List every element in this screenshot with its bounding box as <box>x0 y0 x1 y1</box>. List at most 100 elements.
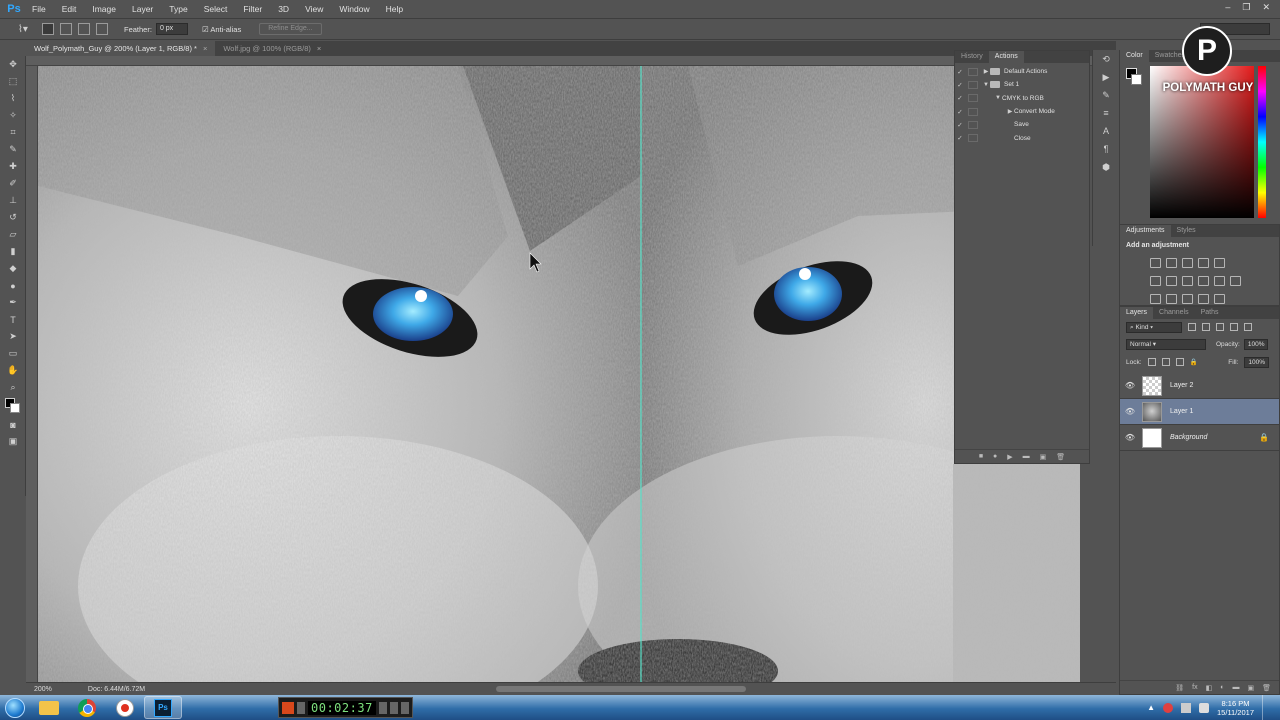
selective-color-icon[interactable] <box>1214 294 1225 304</box>
volume-icon[interactable] <box>1199 702 1210 713</box>
minimize-button[interactable]: – <box>1225 2 1230 13</box>
taskbar-photoshop[interactable]: Ps <box>144 696 182 719</box>
menu-help[interactable]: Help <box>378 4 411 14</box>
hand-tool-icon[interactable]: ✋ <box>0 362 26 379</box>
subtract-selection-icon[interactable] <box>78 23 90 35</box>
action-toggle-check-icon[interactable]: ✓ <box>955 121 965 129</box>
layer-name[interactable]: Background <box>1170 434 1207 441</box>
color-balance-icon[interactable] <box>1166 276 1177 286</box>
action-dialog-toggle[interactable] <box>968 120 978 129</box>
actions-play-icon[interactable]: ▶ <box>1093 68 1119 86</box>
history-icon[interactable]: ⟲ <box>1093 50 1119 68</box>
delete-layer-icon[interactable]: 🗑 <box>1262 684 1271 692</box>
blur-tool-icon[interactable]: ◆ <box>0 260 26 277</box>
color-background-swatch[interactable] <box>1131 74 1142 85</box>
filter-shape-icon[interactable] <box>1230 323 1238 331</box>
show-desktop-button[interactable] <box>1262 695 1272 720</box>
move-tool-icon[interactable]: ✥ <box>0 56 26 73</box>
brush-presets-icon[interactable]: ✎ <box>1093 86 1119 104</box>
close-button[interactable]: ✕ <box>1262 2 1270 13</box>
magic-wand-tool-icon[interactable]: ✧ <box>0 107 26 124</box>
recorder-audio-icon[interactable] <box>378 701 387 714</box>
new-selection-icon[interactable] <box>42 23 54 35</box>
document-tab[interactable]: Wolf_Polymath_Guy @ 200% (Layer 1, RGB/8… <box>26 41 216 56</box>
foreground-background-colors[interactable] <box>0 396 26 416</box>
new-group-icon[interactable]: ▬ <box>1232 684 1239 691</box>
action-toggle-check-icon[interactable]: ✓ <box>955 94 965 102</box>
action-dialog-toggle[interactable] <box>968 67 978 76</box>
eyedropper-tool-icon[interactable]: ✎ <box>0 141 26 158</box>
action-item[interactable]: ✓ ▼ CMYK to RGB <box>955 92 1089 105</box>
close-tab-icon[interactable]: × <box>203 44 207 53</box>
action-dialog-toggle[interactable] <box>968 134 978 143</box>
quick-mask-icon[interactable]: ◙ <box>0 416 26 433</box>
photo-filter-icon[interactable] <box>1198 276 1209 286</box>
action-item[interactable]: ✓ Close <box>955 131 1089 144</box>
lasso-tool-icon[interactable]: ⌇ <box>0 90 26 107</box>
panel-tab-layers[interactable]: Layers <box>1120 307 1154 319</box>
action-toggle-check-icon[interactable]: ✓ <box>955 68 965 76</box>
layer-filter-kind-select[interactable]: ⌕ Kind ▾ <box>1126 321 1182 333</box>
tray-app-icon[interactable] <box>1163 702 1174 713</box>
antialias-checkbox[interactable]: ☑ Anti-alias <box>202 25 241 34</box>
visibility-eye-icon[interactable]: 👁 <box>1120 433 1140 442</box>
gradient-tool-icon[interactable]: ▮ <box>0 243 26 260</box>
invert-icon[interactable] <box>1150 294 1161 304</box>
action-toggle-check-icon[interactable]: ✓ <box>955 134 965 142</box>
clone-stamp-tool-icon[interactable]: ⊥ <box>0 192 26 209</box>
hue-saturation-icon[interactable] <box>1150 276 1161 286</box>
layer-style-icon[interactable]: fx <box>1192 684 1197 691</box>
recorder-settings-icon[interactable] <box>389 701 398 714</box>
curves-icon[interactable] <box>1182 258 1193 268</box>
visibility-eye-icon[interactable]: 👁 <box>1120 381 1140 390</box>
path-selection-tool-icon[interactable]: ➤ <box>0 328 26 345</box>
brightness-contrast-icon[interactable] <box>1150 258 1161 268</box>
menu-layer[interactable]: Layer <box>124 4 161 14</box>
restore-button[interactable]: ❐ <box>1242 2 1250 13</box>
recorder-close-icon[interactable] <box>400 701 409 714</box>
tray-arrow-icon[interactable]: ▲ <box>1147 703 1155 712</box>
action-dialog-toggle[interactable] <box>968 80 978 89</box>
new-action-icon[interactable]: ▣ <box>1040 453 1047 461</box>
exposure-icon[interactable] <box>1198 258 1209 268</box>
opacity-input[interactable]: 100% <box>1243 338 1269 350</box>
3d-icon[interactable]: ⬢ <box>1093 158 1119 176</box>
screen-mode-icon[interactable]: ▣ <box>0 433 26 450</box>
layer-name[interactable]: Layer 1 <box>1170 408 1193 415</box>
levels-icon[interactable] <box>1166 258 1177 268</box>
color-lookup-icon[interactable] <box>1230 276 1241 286</box>
panel-tab-styles[interactable]: Styles <box>1171 225 1202 237</box>
record-action-icon[interactable]: ● <box>993 453 997 460</box>
menu-edit[interactable]: Edit <box>54 4 85 14</box>
delete-action-icon[interactable]: 🗑 <box>1056 453 1065 461</box>
filter-smart-object-icon[interactable] <box>1244 323 1252 331</box>
action-item[interactable]: ✓ ▶ Default Actions <box>955 65 1089 78</box>
zoom-tool-icon[interactable]: ⌕ <box>0 379 26 396</box>
history-brush-tool-icon[interactable]: ↺ <box>0 209 26 226</box>
healing-brush-tool-icon[interactable]: ✚ <box>0 158 26 175</box>
system-clock[interactable]: 8:16 PM 15/11/2017 <box>1217 699 1254 717</box>
panel-tab-history[interactable]: History <box>955 51 989 63</box>
expand-arrow-icon[interactable]: ▼ <box>982 82 990 88</box>
brush-settings-icon[interactable]: ≡ <box>1093 104 1119 122</box>
taskbar-explorer[interactable] <box>30 696 68 719</box>
menu-window[interactable]: Window <box>331 4 377 14</box>
filter-adjustment-icon[interactable] <box>1202 323 1210 331</box>
lasso-icon[interactable]: ⌇▾ <box>10 21 36 37</box>
start-button[interactable] <box>0 695 30 720</box>
layer-row[interactable]: 👁 Layer 2 <box>1120 373 1279 399</box>
stop-recording-button[interactable] <box>282 701 294 714</box>
posterize-icon[interactable] <box>1166 294 1177 304</box>
action-dialog-toggle[interactable] <box>968 94 978 103</box>
action-item[interactable]: ✓ ▶ Convert Mode <box>955 105 1089 118</box>
stop-action-icon[interactable]: ■ <box>979 453 983 460</box>
gradient-map-icon[interactable] <box>1198 294 1209 304</box>
brush-tool-icon[interactable]: ✐ <box>0 175 26 192</box>
play-action-icon[interactable]: ▶ <box>1007 453 1012 461</box>
panel-tab-actions[interactable]: Actions <box>988 51 1024 63</box>
layer-lock-icon[interactable]: 🔒 <box>1259 433 1269 442</box>
close-tab-icon[interactable]: × <box>317 44 321 53</box>
menu-type[interactable]: Type <box>161 4 195 14</box>
layer-name[interactable]: Layer 2 <box>1170 382 1193 389</box>
feather-input[interactable]: 0 px <box>155 23 188 35</box>
